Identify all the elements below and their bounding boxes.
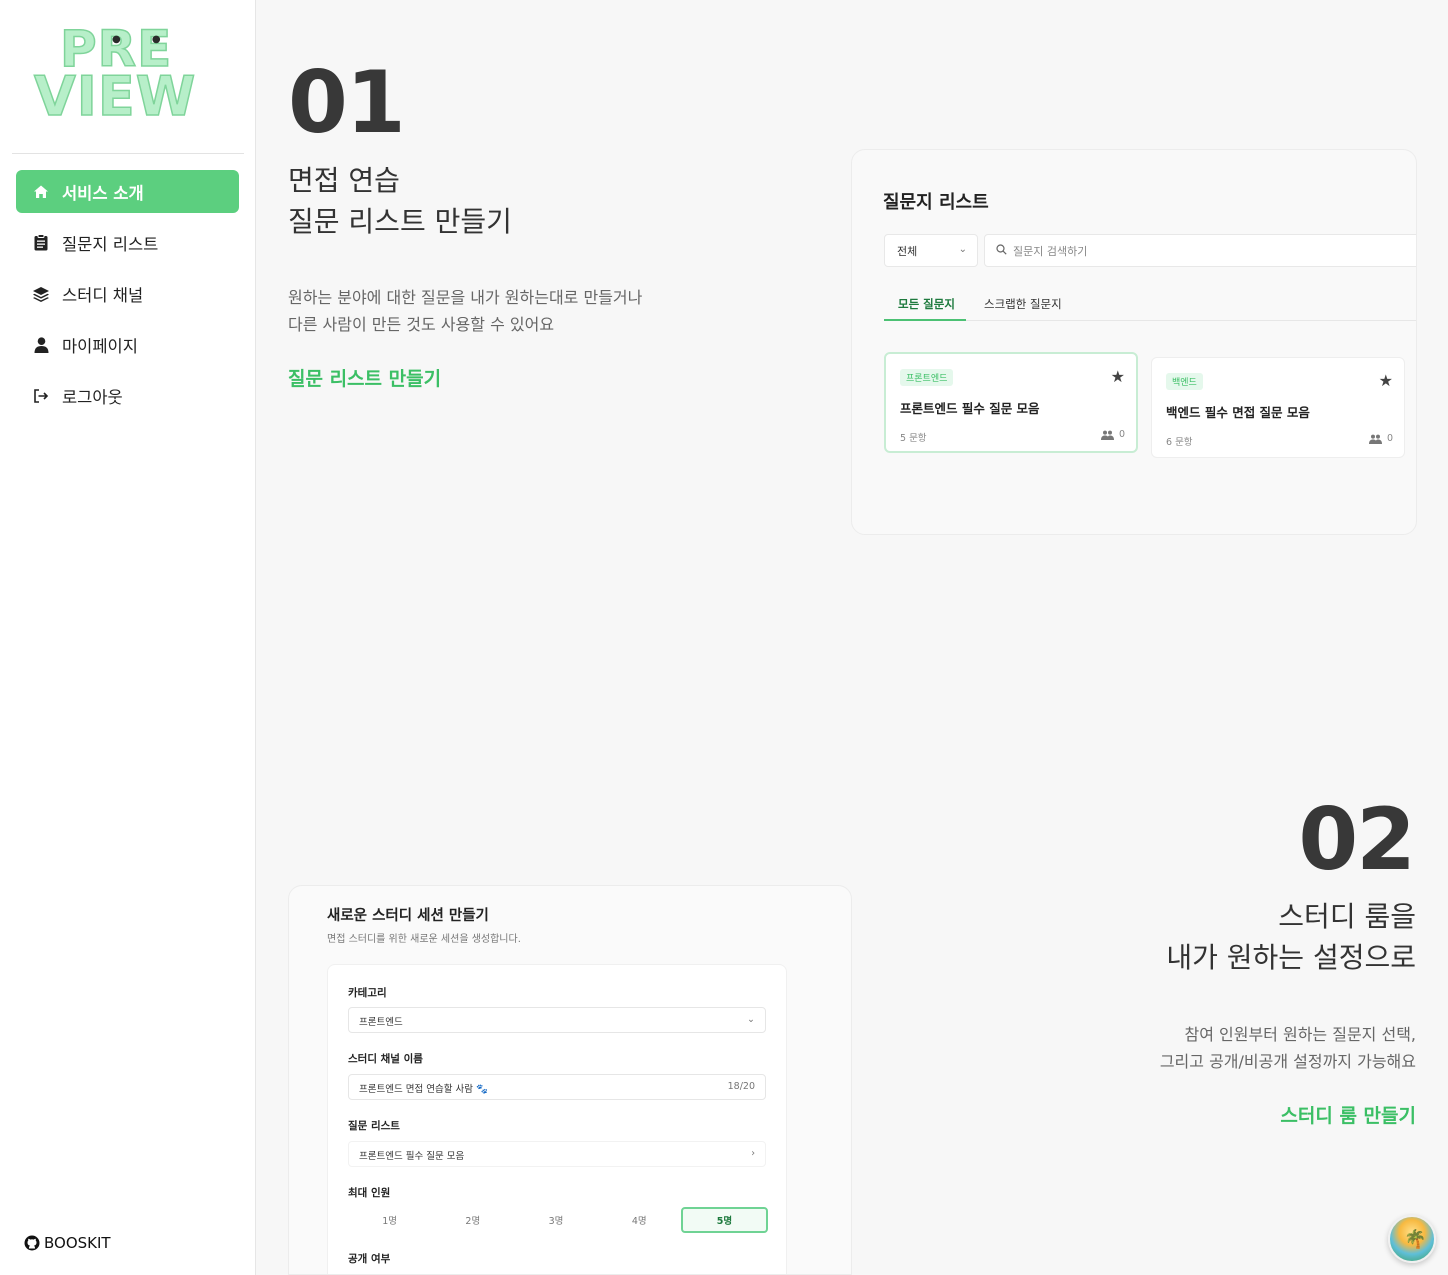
section-number-02: 02 — [1298, 790, 1416, 890]
usage-count: 0 — [1100, 429, 1125, 440]
channel-name-input[interactable]: 프론트엔드 면접 연습할 사람 🐾 18/20 — [348, 1074, 766, 1100]
study-session-preview: 새로운 스터디 세션 만들기 면접 스터디를 위한 새로운 세션을 생성합니다.… — [288, 885, 852, 1275]
people-option-selected[interactable]: 5명 — [680, 1207, 769, 1233]
github-icon — [24, 1235, 40, 1251]
category-value: 프론트엔드 — [359, 1017, 403, 1028]
palm-tree-icon: 🌴 — [1404, 1229, 1427, 1250]
question-list-value: 프론트엔드 필수 질문 모음 — [359, 1151, 465, 1162]
people-option[interactable]: 3명 — [514, 1207, 597, 1233]
logout-icon — [32, 387, 50, 405]
sidebar-item-service-intro[interactable]: 서비스 소개 — [16, 170, 239, 213]
section1-description: 원하는 분야에 대한 질문을 내가 원하는대로 만들거나 다른 사람이 만든 것… — [288, 284, 642, 338]
question-card-title: 프론트엔드 필수 질문 모음 — [900, 401, 1040, 416]
brand-label: BOOSKIT — [44, 1234, 111, 1252]
sidebar-item-mypage[interactable]: 마이페이지 — [16, 323, 239, 366]
chevron-down-icon: ⌄ — [958, 244, 967, 255]
category-select-value: 전체 — [897, 245, 918, 258]
users-icon — [1368, 434, 1382, 444]
sidebar: ● ● PRE VIEW 서비스 소개 질문지 리스트 스터디 채널 마이페이지… — [0, 0, 256, 1275]
section2-description: 참여 인원부터 원하는 질문지 선택, 그리고 공개/비공개 설정까지 가능해요 — [1160, 1021, 1416, 1075]
category-badge: 백엔드 — [1166, 373, 1203, 390]
create-study-room-link[interactable]: 스터디 룸 만들기 — [1280, 1101, 1416, 1128]
github-brand-link[interactable]: BOOSKIT — [24, 1234, 111, 1252]
create-question-list-link[interactable]: 질문 리스트 만들기 — [288, 364, 441, 391]
usage-count: 0 — [1368, 433, 1393, 444]
session-form: 카테고리 프론트엔드 ⌄ 스터디 채널 이름 프론트엔드 면접 연습할 사람 🐾… — [327, 964, 787, 1274]
clipboard-icon — [32, 234, 50, 252]
search-input[interactable]: 질문지 검색하기 — [984, 234, 1416, 267]
question-count: 5 문항 — [900, 433, 927, 444]
sidebar-divider — [12, 153, 244, 154]
star-icon[interactable]: ★ — [1379, 371, 1393, 390]
people-option[interactable]: 4명 — [598, 1207, 681, 1233]
section2-headline-line2: 내가 원하는 설정으로 — [1166, 941, 1416, 974]
question-list-selector[interactable]: 프론트엔드 필수 질문 모음 › — [348, 1141, 766, 1167]
section1-desc-line1: 원하는 분야에 대한 질문을 내가 원하는대로 만들거나 — [288, 288, 643, 307]
layers-icon — [32, 285, 50, 303]
sidebar-item-question-list[interactable]: 질문지 리스트 — [16, 221, 239, 264]
search-icon — [996, 244, 1007, 258]
question-tabs: 모든 질문지 스크랩한 질문지 — [884, 290, 1416, 321]
section1-desc-line2: 다른 사람이 만든 것도 사용할 수 있어요 — [288, 315, 555, 334]
tab-all-questions[interactable]: 모든 질문지 — [898, 296, 955, 312]
usage-count-value: 0 — [1386, 433, 1393, 444]
sidebar-item-label: 로그아웃 — [62, 387, 123, 407]
star-icon[interactable]: ★ — [1111, 367, 1125, 386]
category-badge: 프론트엔드 — [900, 369, 954, 386]
section2-headline-line1: 스터디 룸을 — [1278, 900, 1416, 933]
preview-logo[interactable]: ● ● PRE VIEW — [33, 23, 220, 134]
question-card[interactable]: 백엔드 ★ 백엔드 필수 면접 질문 모음 6 문항 0 — [1151, 357, 1405, 458]
logo-eyes: ● ● — [112, 34, 175, 45]
public-setting-label: 공개 여부 — [348, 1253, 391, 1265]
session-form-title: 새로운 스터디 세션 만들기 — [327, 908, 489, 924]
chevron-down-icon: ⌄ — [747, 1014, 755, 1025]
avatar[interactable]: 🌴 — [1388, 1215, 1436, 1263]
question-count: 6 문항 — [1166, 437, 1193, 448]
question-card[interactable]: 프론트엔드 ★ 프론트엔드 필수 질문 모음 5 문항 0 — [884, 352, 1138, 453]
section2-desc-line2: 그리고 공개/비공개 설정까지 가능해요 — [1159, 1052, 1416, 1071]
sidebar-item-label: 스터디 채널 — [62, 285, 144, 305]
max-people-selector: 1명 2명 3명 4명 5명 — [348, 1207, 769, 1233]
category-label: 카테고리 — [348, 987, 387, 999]
home-icon — [32, 183, 50, 201]
section-number-01: 01 — [288, 53, 406, 153]
people-option[interactable]: 1명 — [348, 1207, 431, 1233]
sidebar-nav: 서비스 소개 질문지 리스트 스터디 채널 마이페이지 로그아웃 — [16, 170, 239, 425]
sidebar-item-label: 질문지 리스트 — [62, 234, 159, 254]
sidebar-item-label: 마이페이지 — [62, 336, 138, 356]
channel-name-value: 프론트엔드 면접 연습할 사람 🐾 — [359, 1084, 488, 1095]
section2-headline: 스터디 룸을 내가 원하는 설정으로 — [1166, 896, 1416, 978]
channel-name-label: 스터디 채널 이름 — [348, 1053, 423, 1065]
category-select[interactable]: 프론트엔드 ⌄ — [348, 1007, 766, 1033]
char-counter: 18/20 — [727, 1081, 755, 1092]
logo-text-view: VIEW — [33, 65, 197, 128]
question-list-preview: 질문지 리스트 전체 ⌄ 질문지 검색하기 모든 질문지 스크랩한 질문지 프론… — [851, 149, 1417, 535]
category-select[interactable]: 전체 ⌄ — [884, 234, 978, 267]
section1-headline-line2: 질문 리스트 만들기 — [288, 205, 512, 238]
sidebar-item-study-channel[interactable]: 스터디 채널 — [16, 272, 239, 315]
users-icon — [1100, 430, 1114, 440]
usage-count-value: 0 — [1118, 429, 1125, 440]
section1-headline-line1: 면접 연습 — [288, 164, 400, 197]
people-option[interactable]: 2명 — [431, 1207, 514, 1233]
question-card-title: 백엔드 필수 면접 질문 모음 — [1166, 405, 1310, 420]
section1-headline: 면접 연습 질문 리스트 만들기 — [288, 160, 512, 242]
session-form-subtitle: 면접 스터디를 위한 새로운 세션을 생성합니다. — [327, 934, 521, 945]
preview-title: 질문지 리스트 — [883, 192, 989, 213]
search-placeholder: 질문지 검색하기 — [1013, 245, 1088, 258]
max-people-label: 최대 인원 — [348, 1187, 391, 1199]
user-icon — [32, 336, 50, 354]
sidebar-item-logout[interactable]: 로그아웃 — [16, 374, 239, 417]
sidebar-item-label: 서비스 소개 — [62, 183, 144, 203]
chevron-right-icon: › — [751, 1148, 755, 1159]
tab-scrapped-questions[interactable]: 스크랩한 질문지 — [984, 296, 1062, 312]
question-list-label: 질문 리스트 — [348, 1120, 400, 1132]
active-tab-indicator — [884, 319, 966, 321]
section2-desc-line1: 참여 인원부터 원하는 질문지 선택, — [1184, 1025, 1416, 1044]
